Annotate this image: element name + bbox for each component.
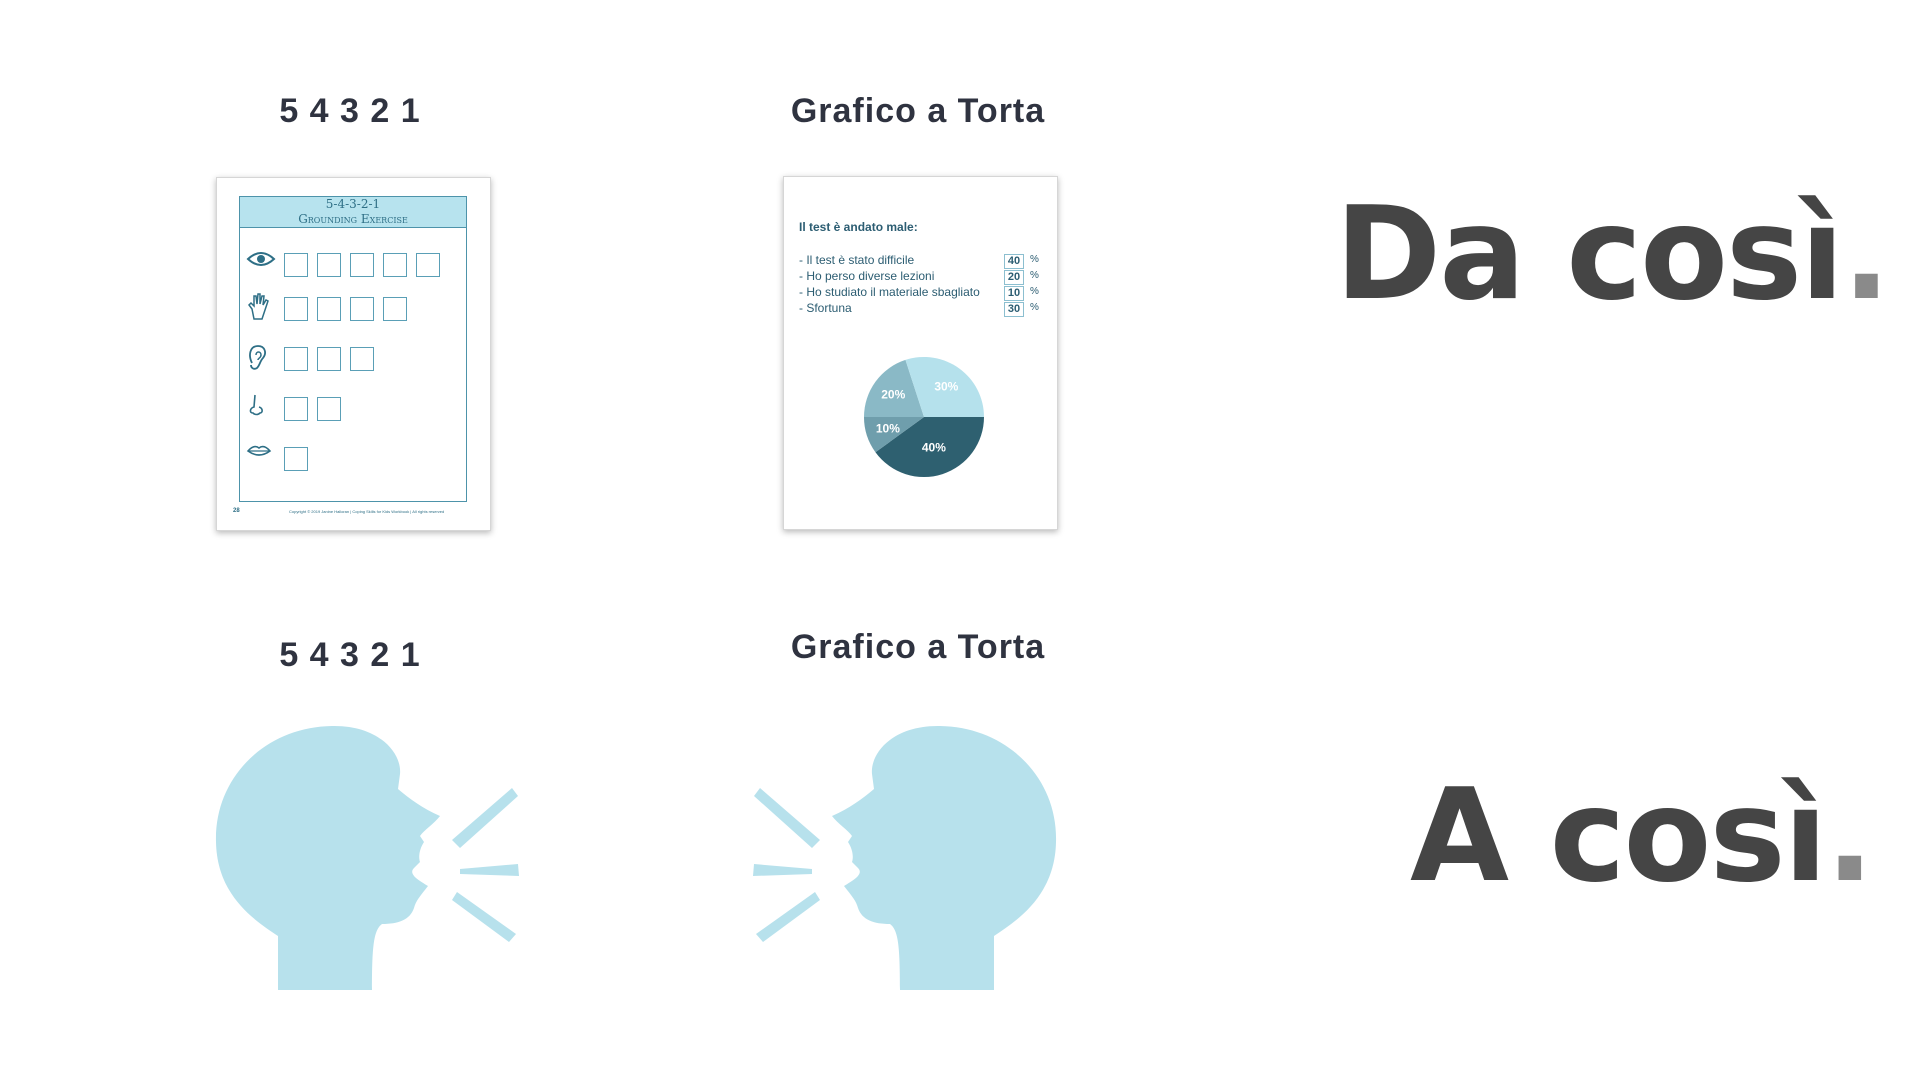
pie-doc-title: Il test è andato male: (799, 220, 918, 234)
nose-icon (246, 393, 266, 422)
bottom-right-text: A così. (1410, 762, 1875, 911)
speaking-head-icon (215, 725, 519, 990)
worksheet-checkbox (284, 347, 308, 371)
pie-doc-item-value: 20 (1004, 270, 1024, 285)
pie-doc-item-label: - Ho perso diverse lezioni (799, 269, 935, 283)
hand-icon (246, 293, 270, 326)
worksheet-checkbox (350, 347, 374, 371)
worksheet-checkbox (383, 253, 407, 277)
worksheet-title: 5-4-3-2-1 Grounding Exercise (240, 197, 466, 228)
worksheet-checkbox (284, 397, 308, 421)
pie-slice-label: 30% (934, 379, 958, 393)
pie-doc-item-unit: % (1030, 286, 1039, 297)
worksheet-checkbox (350, 253, 374, 277)
worksheet-checkbox (350, 297, 374, 321)
bottom-right-dot: . (1825, 762, 1875, 911)
grounding-worksheet: 5-4-3-2-1 Grounding Exercise 28 Copyrigh… (216, 177, 491, 531)
worksheet-checkbox (416, 253, 440, 277)
pie-doc-item-value: 10 (1004, 286, 1024, 301)
pie-doc-item-unit: % (1030, 254, 1039, 265)
worksheet-checkbox (284, 297, 308, 321)
pie-doc-item-label: - Sfortuna (799, 301, 852, 315)
pie-slice-label: 40% (922, 440, 946, 454)
worksheet-checkbox (317, 253, 341, 277)
ear-icon (246, 343, 268, 376)
pie-doc-item-value: 30 (1004, 302, 1024, 317)
pie-chart-document: Il test è andato male: - Il test è stato… (783, 176, 1058, 530)
pie-slice-label: 10% (876, 422, 900, 436)
pie-chart: 40% 10% 20% 30% (864, 357, 984, 477)
worksheet-footer: Copyright © 2019 Janine Halloran | Copin… (289, 509, 445, 514)
top-right-dot: . (1842, 180, 1891, 329)
worksheet-page-number: 28 (233, 508, 240, 514)
bottom-left-heading: 5 4 3 2 1 (279, 636, 421, 674)
pie-doc-item-unit: % (1030, 270, 1039, 281)
lips-icon (246, 443, 272, 464)
speaking-head-icon (753, 725, 1057, 990)
pie-doc-item-unit: % (1030, 302, 1039, 313)
pie-slice-label: 20% (881, 388, 905, 402)
worksheet-checkbox (383, 297, 407, 321)
worksheet-checkbox (317, 397, 341, 421)
worksheet-frame: 5-4-3-2-1 Grounding Exercise (239, 196, 467, 502)
worksheet-checkbox (284, 447, 308, 471)
top-left-heading: 5 4 3 2 1 (279, 92, 421, 130)
bottom-right-words: A così (1410, 762, 1827, 911)
worksheet-title-line1: 5-4-3-2-1 (325, 197, 381, 211)
worksheet-checkbox (317, 297, 341, 321)
top-right-text: Da così. (1335, 180, 1891, 329)
pie-doc-item-label: - Ho studiato il materiale sbagliato (799, 285, 980, 299)
worksheet-checkbox (317, 347, 341, 371)
bottom-middle-heading: Grafico a Torta (790, 628, 1046, 666)
pie-doc-item-value: 40 (1004, 254, 1024, 269)
top-right-words: Da così (1335, 180, 1844, 329)
eye-icon (246, 249, 276, 274)
worksheet-checkbox (284, 253, 308, 277)
top-middle-heading: Grafico a Torta (790, 92, 1046, 130)
worksheet-title-line2: Grounding Exercise (298, 212, 408, 226)
pie-doc-item-label: - Il test è stato difficile (799, 253, 915, 267)
